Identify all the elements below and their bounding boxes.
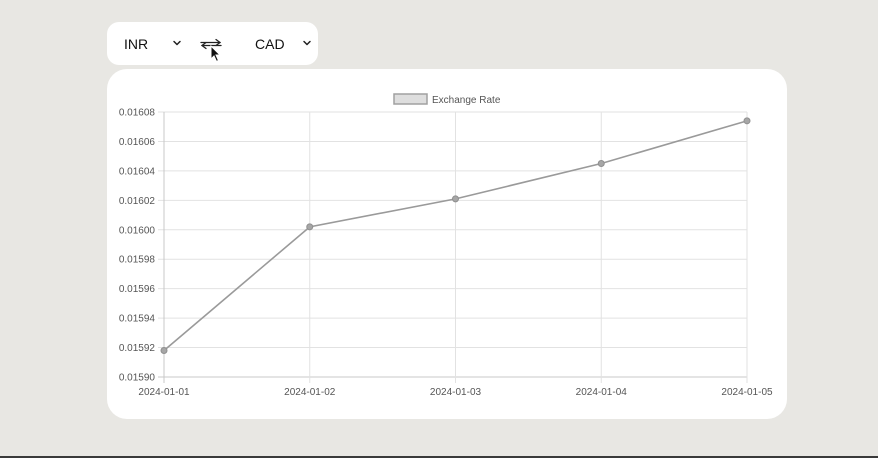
y-tick-label: 0.01590: [119, 373, 156, 384]
x-tick-label: 2024-01-01: [138, 387, 190, 398]
y-tick-label: 0.01608: [119, 108, 156, 119]
y-tick-label: 0.01598: [119, 255, 156, 266]
x-tick-label: 2024-01-03: [430, 387, 482, 398]
chevron-down-icon: [303, 40, 311, 46]
y-tick-label: 0.01606: [119, 137, 156, 148]
y-tick-label: 0.01604: [119, 166, 156, 177]
data-point[interactable]: [160, 347, 168, 354]
from-currency-value: INR: [124, 35, 149, 52]
chevron-down-icon: [173, 40, 181, 46]
y-tick-label: 0.01594: [119, 314, 156, 325]
x-tick-label: 2024-01-05: [721, 387, 773, 398]
exchange-rate-chart: 0.01590 0.01592 0.01594 0.01596 0.01598 0.016…: [119, 93, 773, 398]
legend-swatch[interactable]: [393, 93, 428, 105]
data-point[interactable]: [452, 195, 459, 203]
data-point[interactable]: [743, 117, 751, 125]
to-currency-select[interactable]: CAD: [255, 22, 315, 65]
from-currency-select[interactable]: INR: [124, 22, 184, 65]
y-tick-label: 0.01602: [119, 196, 156, 207]
exchange-rate-chart-card: 0.01590 0.01592 0.01594 0.01596 0.01598 0.016…: [107, 69, 787, 419]
y-tick-label: 0.01600: [119, 225, 156, 236]
to-currency-value: CAD: [255, 35, 285, 52]
mouse-pointer-icon: [210, 45, 222, 63]
x-tick-label: 2024-01-02: [284, 387, 336, 398]
legend-label[interactable]: Exchange Rate: [432, 95, 501, 106]
x-tick-label: 2024-01-04: [576, 387, 628, 398]
y-tick-label: 0.01592: [119, 343, 156, 354]
y-tick-label: 0.01596: [119, 284, 156, 295]
data-point[interactable]: [597, 160, 605, 168]
data-point[interactable]: [306, 223, 314, 231]
